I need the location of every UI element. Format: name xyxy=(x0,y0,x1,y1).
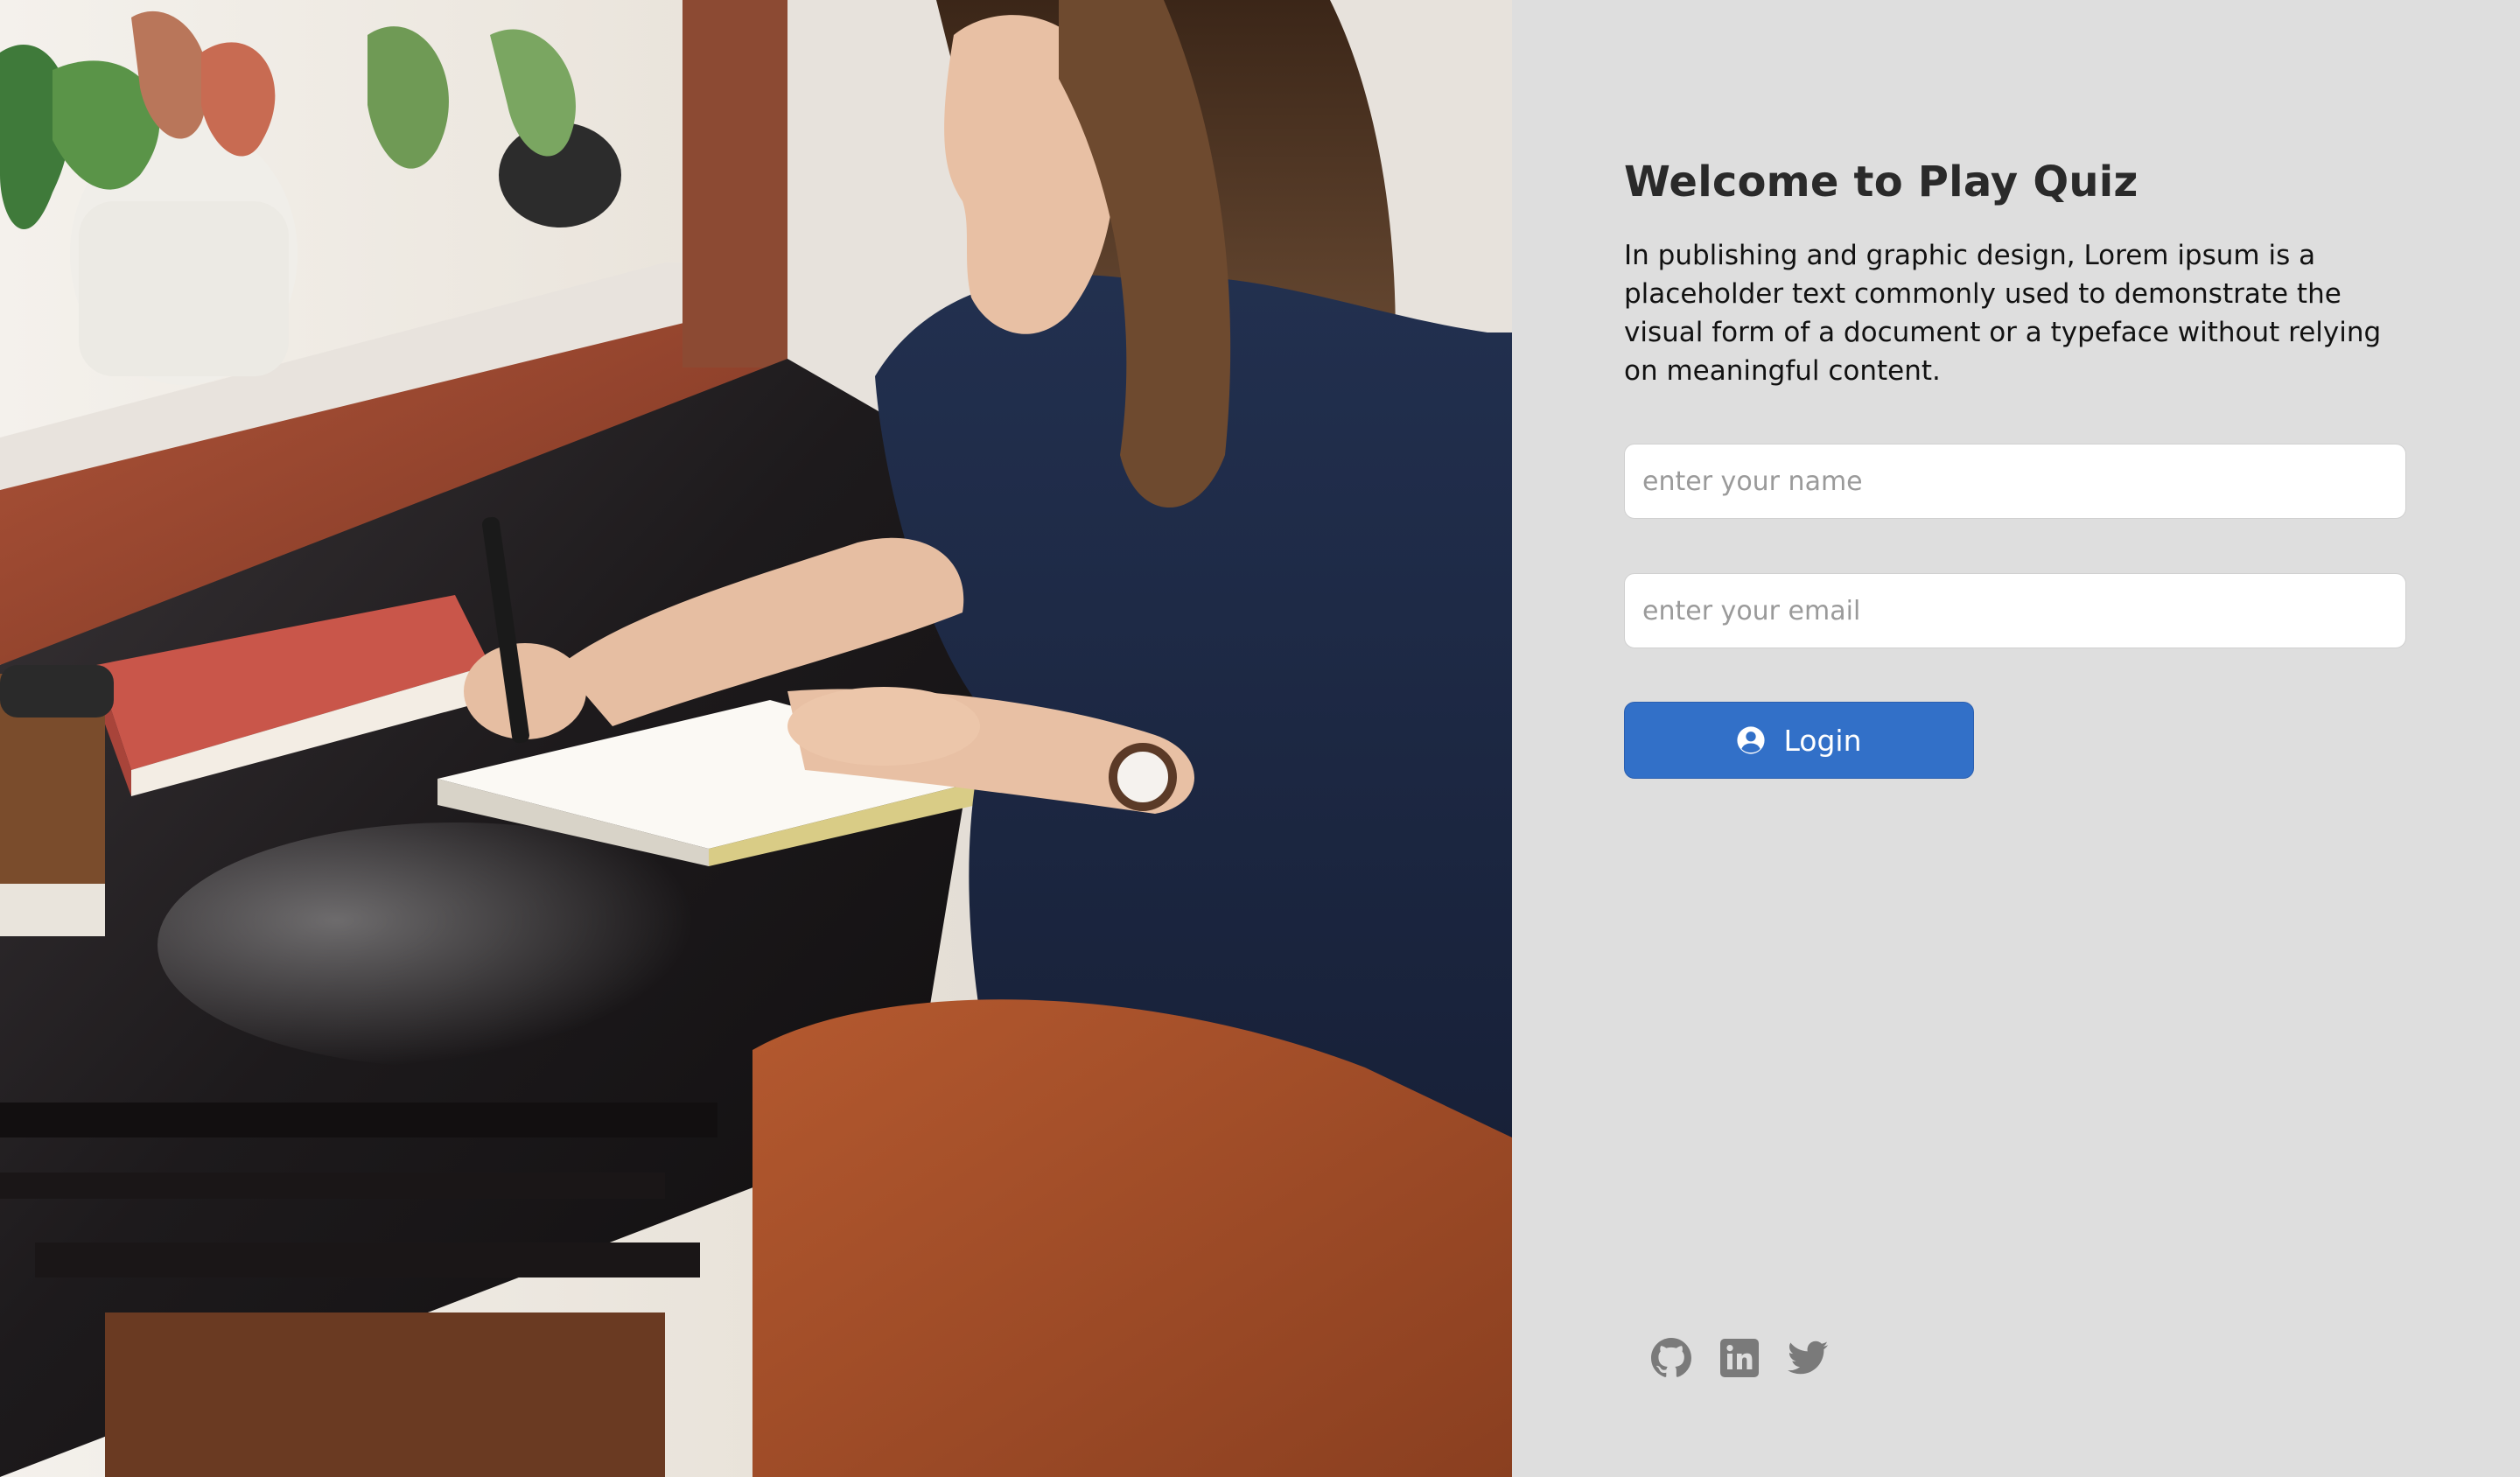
github-icon[interactable] xyxy=(1650,1337,1692,1379)
twitter-icon[interactable] xyxy=(1787,1337,1829,1379)
hero-photo-illustration xyxy=(0,0,1512,1477)
linkedin-icon[interactable] xyxy=(1718,1337,1760,1379)
login-panel: Welcome to Play Quiz In publishing and g… xyxy=(1512,0,2520,1477)
page-title: Welcome to Play Quiz xyxy=(1624,158,2138,206)
user-circle-icon xyxy=(1736,725,1766,755)
name-input[interactable] xyxy=(1624,444,2406,519)
intro-text: In publishing and graphic design, Lorem … xyxy=(1624,240,2382,387)
email-input[interactable] xyxy=(1624,573,2406,648)
login-button-label: Login xyxy=(1783,723,1862,758)
login-button[interactable]: Login xyxy=(1624,702,1974,779)
login-page: Welcome to Play Quiz In publishing and g… xyxy=(0,0,2520,1477)
hero-photo xyxy=(0,0,1512,1477)
social-links xyxy=(1650,1337,1829,1379)
coffee-cup xyxy=(0,665,114,936)
